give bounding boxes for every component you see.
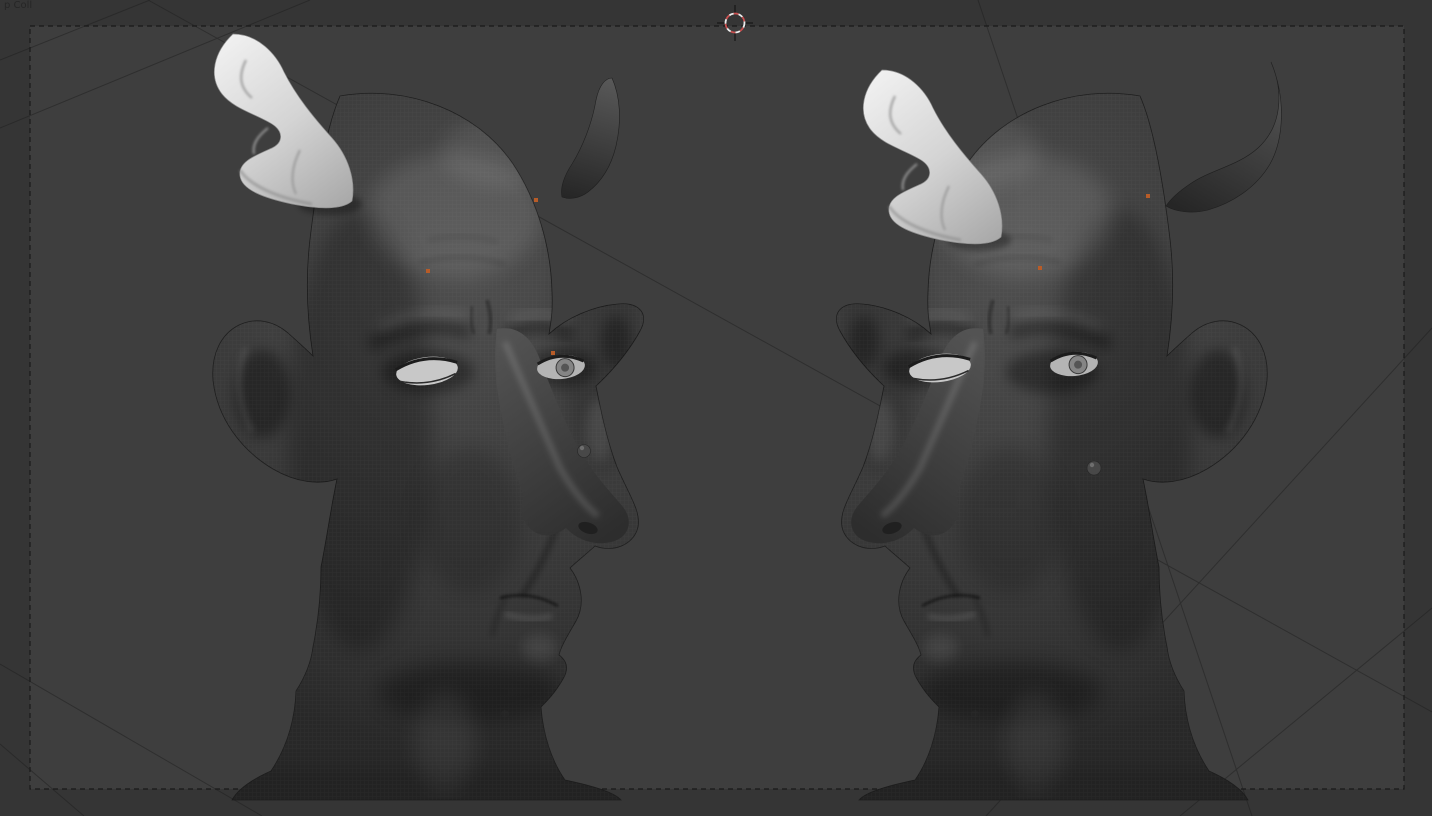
nose-wart	[577, 444, 591, 458]
cheek-wart	[1086, 460, 1102, 476]
collection-label: p Coll	[4, 0, 32, 11]
viewport-canvas[interactable]: p Coll	[0, 0, 1432, 816]
3d-viewport[interactable]: p Coll	[0, 0, 1432, 816]
